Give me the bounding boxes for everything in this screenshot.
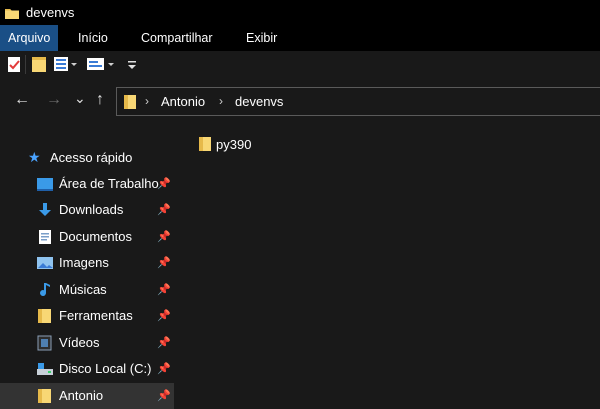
folder-icon	[36, 308, 54, 327]
details-pane-icon[interactable]	[86, 55, 116, 76]
breadcrumb-separator[interactable]: ›	[145, 94, 149, 108]
recent-locations-button[interactable]: ⌄	[74, 90, 86, 106]
pin-icon[interactable]: 📌	[157, 336, 171, 349]
folder-icon	[36, 388, 54, 407]
file-name: py390	[216, 137, 252, 152]
sidebar-item-label: Downloads	[59, 202, 124, 217]
forward-button[interactable]: →	[46, 92, 62, 108]
properties-icon[interactable]	[6, 55, 22, 76]
sidebar-item-label: Imagens	[59, 255, 109, 270]
back-button[interactable]: ←	[14, 92, 30, 108]
tab-arquivo[interactable]: Arquivo	[0, 25, 59, 51]
folder-icon	[123, 94, 137, 113]
file-list: py390	[174, 126, 600, 401]
tab-inicio[interactable]: Início	[78, 25, 108, 51]
ribbon-tabs: Arquivo Início Compartilhar Exibir	[0, 25, 600, 51]
sidebar-item-pictures[interactable]: Imagens 📌	[0, 250, 174, 276]
pin-icon[interactable]: 📌	[157, 230, 171, 243]
sidebar-item-label: Vídeos	[59, 335, 100, 350]
sidebar-item-label: Área de Trabalho	[59, 176, 159, 191]
music-icon	[36, 282, 54, 301]
desktop-icon	[36, 176, 54, 195]
sidebar-item-videos[interactable]: Vídeos 📌	[0, 330, 174, 356]
folder-icon	[4, 5, 20, 24]
pin-icon[interactable]: 📌	[157, 309, 171, 322]
pin-icon[interactable]: 📌	[157, 203, 171, 216]
tab-compartilhar[interactable]: Compartilhar	[141, 25, 213, 51]
sidebar-item-music[interactable]: Músicas 📌	[0, 277, 174, 303]
folder-icon	[197, 136, 213, 155]
sidebar-item-antonio[interactable]: Antonio 📌	[0, 383, 174, 409]
pin-icon[interactable]: 📌	[157, 389, 171, 402]
video-icon	[36, 335, 54, 354]
sidebar-item-desktop[interactable]: Área de Trabalho 📌	[0, 171, 174, 197]
new-folder-icon[interactable]	[31, 55, 47, 76]
quick-access-toolbar	[0, 51, 600, 78]
star-icon: ★	[28, 149, 41, 165]
customize-icon[interactable]	[126, 55, 138, 76]
toolbar-divider	[25, 55, 26, 74]
up-button[interactable]: ↑	[96, 92, 104, 108]
quick-access-label: Acesso rápido	[50, 150, 133, 165]
pin-icon[interactable]: 📌	[157, 177, 171, 190]
window-title: devenvs	[26, 5, 75, 20]
tab-exibir[interactable]: Exibir	[246, 25, 277, 51]
sidebar-item-label: Músicas	[59, 282, 107, 297]
navigation-bar: ← → ⌄ ↑ › Antonio › devenvs	[0, 78, 600, 126]
sidebar-item-label: Ferramentas	[59, 308, 133, 323]
navigation-pane: ★ Acesso rápido Área de Trabalho 📌 Downl…	[0, 126, 174, 409]
breadcrumb-devenvs[interactable]: devenvs	[235, 94, 283, 109]
document-icon	[36, 229, 54, 248]
sidebar-item-local-disk[interactable]: Disco Local (C:) 📌	[0, 356, 174, 382]
layout-icon[interactable]	[53, 55, 79, 76]
pin-icon[interactable]: 📌	[157, 362, 171, 375]
download-icon	[36, 202, 54, 221]
pin-icon[interactable]: 📌	[157, 283, 171, 296]
title-bar: devenvs	[0, 0, 600, 25]
sidebar-item-label: Documentos	[59, 229, 132, 244]
sidebar-item-downloads[interactable]: Downloads 📌	[0, 197, 174, 223]
breadcrumb-separator[interactable]: ›	[219, 94, 223, 108]
drive-icon	[36, 361, 54, 380]
pin-icon[interactable]: 📌	[157, 256, 171, 269]
address-bar[interactable]: › Antonio › devenvs	[116, 87, 600, 116]
pictures-icon	[36, 255, 54, 274]
sidebar-item-documents[interactable]: Documentos 📌	[0, 224, 174, 250]
sidebar-item-label: Disco Local (C:)	[59, 361, 152, 376]
sidebar-item-ferramentas[interactable]: Ferramentas 📌	[0, 303, 174, 329]
breadcrumb-antonio[interactable]: Antonio	[161, 94, 205, 109]
